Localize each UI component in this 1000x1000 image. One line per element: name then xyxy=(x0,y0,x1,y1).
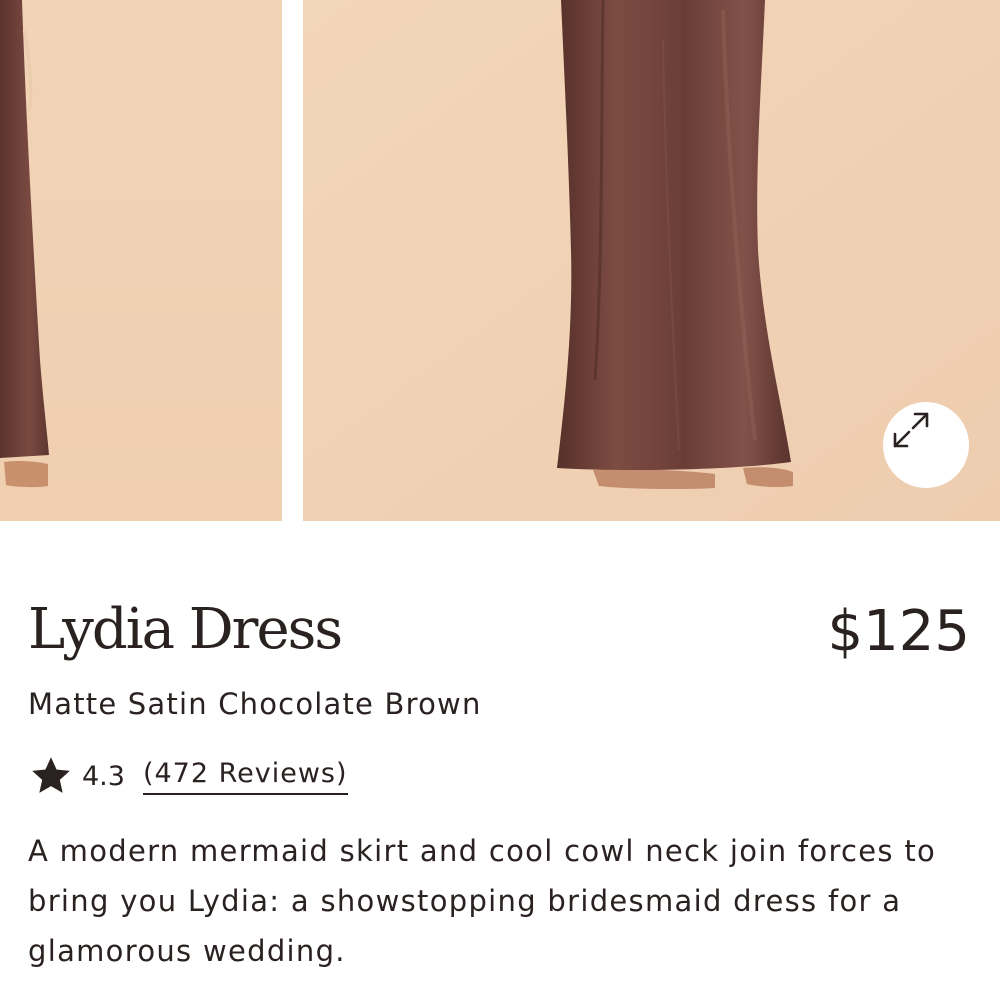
rating-value: 4.3 xyxy=(82,760,125,792)
product-variant: Matte Satin Chocolate Brown xyxy=(28,687,482,721)
dress-side-illustration xyxy=(0,0,282,521)
product-description: A modern mermaid skirt and cool cowl nec… xyxy=(28,834,937,968)
expand-arrows-icon xyxy=(893,412,929,448)
product-image-side[interactable] xyxy=(0,0,282,521)
product-price: $125 xyxy=(827,599,970,664)
reviews-link[interactable]: (472 Reviews) xyxy=(142,758,348,795)
star-icon xyxy=(32,757,70,793)
product-image-gallery xyxy=(0,0,1000,521)
rating-row: 4.3 (472 Reviews) xyxy=(28,752,348,800)
product-title: Lydia Dress xyxy=(28,597,343,662)
product-image-front[interactable] xyxy=(303,0,1000,521)
expand-image-button[interactable] xyxy=(883,402,969,488)
